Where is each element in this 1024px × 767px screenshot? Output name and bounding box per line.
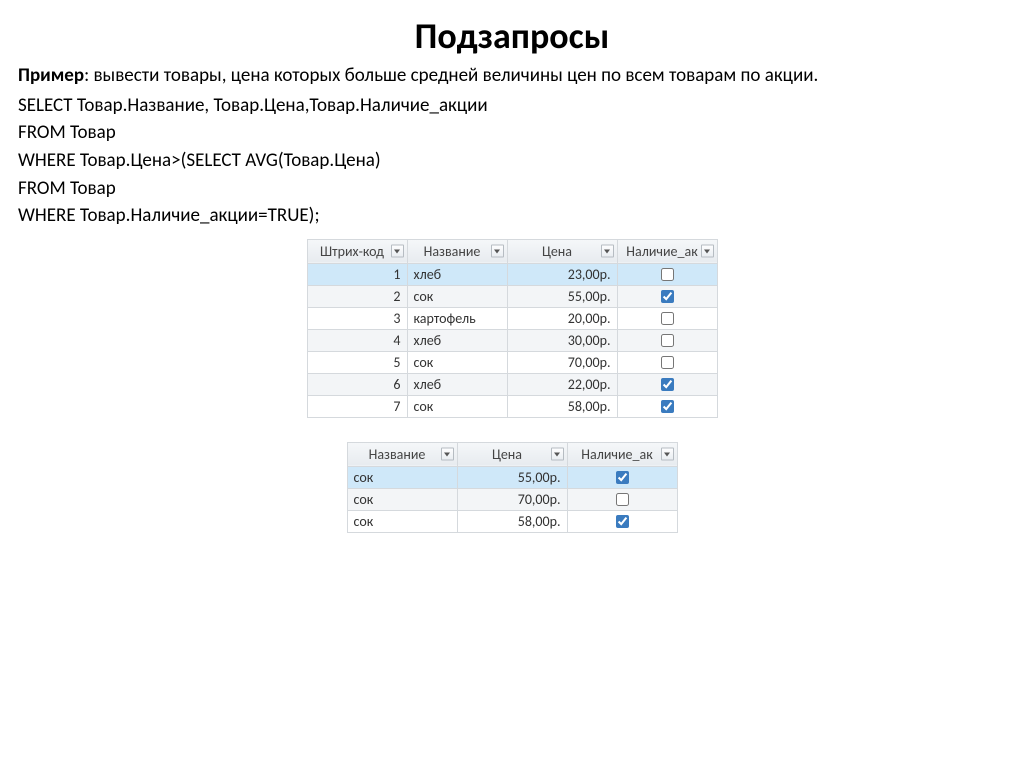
cell-name: сок: [348, 511, 457, 532]
cell-sale: [618, 330, 717, 351]
cell-code: 5: [308, 352, 407, 373]
cell-price: 22,00р.: [508, 374, 617, 395]
example-description: Пример: вывести товары, цена которых бол…: [18, 64, 1006, 89]
chevron-down-icon[interactable]: [551, 448, 564, 461]
table-row[interactable]: 5сок70,00р.: [307, 351, 717, 373]
sale-checkbox[interactable]: [661, 334, 674, 347]
cell-price: 70,00р.: [508, 352, 617, 373]
cell-sale: [618, 264, 717, 285]
example-label: Пример: [18, 64, 84, 87]
cell-code: 6: [308, 374, 407, 395]
table-row[interactable]: сок55,00р.: [347, 466, 677, 488]
sale-checkbox[interactable]: [661, 400, 674, 413]
column-header-label: Название: [369, 446, 426, 463]
column-header-price[interactable]: Цена: [507, 239, 617, 263]
column-header-price[interactable]: Цена: [457, 442, 567, 466]
example-text: : вывести товары, цена которых больше ср…: [84, 64, 818, 87]
cell-name: хлеб: [408, 330, 507, 351]
chevron-down-icon[interactable]: [441, 448, 454, 461]
cell-code: 2: [308, 286, 407, 307]
sale-checkbox[interactable]: [616, 493, 629, 506]
chevron-down-icon[interactable]: [661, 448, 674, 461]
cell-price: 30,00р.: [508, 330, 617, 351]
cell-sale: [618, 352, 717, 373]
page-title: Подзапросы: [18, 14, 1006, 58]
cell-sale: [618, 396, 717, 417]
table-row[interactable]: 2сок55,00р.: [307, 285, 717, 307]
table-row[interactable]: 1хлеб23,00р.: [307, 263, 717, 285]
sale-checkbox[interactable]: [661, 312, 674, 325]
cell-name: сок: [348, 467, 457, 488]
cell-price: 23,00р.: [508, 264, 617, 285]
chevron-down-icon[interactable]: [491, 245, 504, 258]
column-header-name[interactable]: Название: [347, 442, 457, 466]
source-table: Штрих-код Название Цена Наличие_ак 1хлеб…: [307, 239, 718, 418]
table-row[interactable]: 6хлеб22,00р.: [307, 373, 717, 395]
cell-name: хлеб: [408, 374, 507, 395]
cell-name: сок: [408, 286, 507, 307]
cell-name: хлеб: [408, 264, 507, 285]
cell-price: 58,00р.: [458, 511, 567, 532]
column-header-name[interactable]: Название: [407, 239, 507, 263]
cell-price: 70,00р.: [458, 489, 567, 510]
column-header-label: Цена: [492, 446, 522, 463]
cell-sale: [568, 489, 677, 510]
sale-checkbox[interactable]: [661, 268, 674, 281]
cell-code: 1: [308, 264, 407, 285]
table-row[interactable]: сок58,00р.: [347, 510, 677, 532]
sql-line: WHERE Товар.Цена>(SELECT AVG(Товар.Цена): [18, 148, 1006, 174]
table-row[interactable]: 3картофель20,00р.: [307, 307, 717, 329]
cell-code: 4: [308, 330, 407, 351]
sale-checkbox[interactable]: [661, 356, 674, 369]
cell-sale: [568, 467, 677, 488]
result-table: Название Цена Наличие_ак сок55,00р.сок70…: [347, 442, 678, 533]
column-header-sale[interactable]: Наличие_ак: [617, 239, 717, 263]
column-header-label: Наличие_ак: [581, 446, 652, 463]
column-header-sale[interactable]: Наличие_ак: [567, 442, 677, 466]
cell-code: 3: [308, 308, 407, 329]
chevron-down-icon[interactable]: [701, 245, 714, 258]
cell-price: 55,00р.: [508, 286, 617, 307]
chevron-down-icon[interactable]: [391, 245, 404, 258]
sql-line: FROM Товар: [18, 120, 1006, 146]
sale-checkbox[interactable]: [661, 290, 674, 303]
sale-checkbox[interactable]: [616, 515, 629, 528]
column-header-label: Наличие_ак: [626, 243, 697, 260]
cell-name: сок: [408, 352, 507, 373]
sale-checkbox[interactable]: [661, 378, 674, 391]
column-header-code[interactable]: Штрих-код: [307, 239, 407, 263]
column-header-label: Название: [424, 243, 481, 260]
cell-sale: [568, 511, 677, 532]
cell-name: картофель: [408, 308, 507, 329]
cell-price: 58,00р.: [508, 396, 617, 417]
cell-price: 55,00р.: [458, 467, 567, 488]
cell-sale: [618, 374, 717, 395]
column-header-label: Штрих-код: [320, 243, 384, 260]
cell-price: 20,00р.: [508, 308, 617, 329]
table-row[interactable]: 7сок58,00р.: [307, 395, 717, 417]
cell-name: сок: [408, 396, 507, 417]
cell-sale: [618, 286, 717, 307]
sql-line: WHERE Товар.Наличие_акции=TRUE);: [18, 203, 1006, 229]
sql-line: SELECT Товар.Название, Товар.Цена,Товар.…: [18, 93, 1006, 119]
chevron-down-icon[interactable]: [601, 245, 614, 258]
table-row[interactable]: 4хлеб30,00р.: [307, 329, 717, 351]
table-row[interactable]: сок70,00р.: [347, 488, 677, 510]
sql-line: FROM Товар: [18, 176, 1006, 202]
cell-code: 7: [308, 396, 407, 417]
cell-sale: [618, 308, 717, 329]
sql-block: SELECT Товар.Название, Товар.Цена,Товар.…: [18, 93, 1006, 229]
sale-checkbox[interactable]: [616, 471, 629, 484]
cell-name: сок: [348, 489, 457, 510]
column-header-label: Цена: [542, 243, 572, 260]
